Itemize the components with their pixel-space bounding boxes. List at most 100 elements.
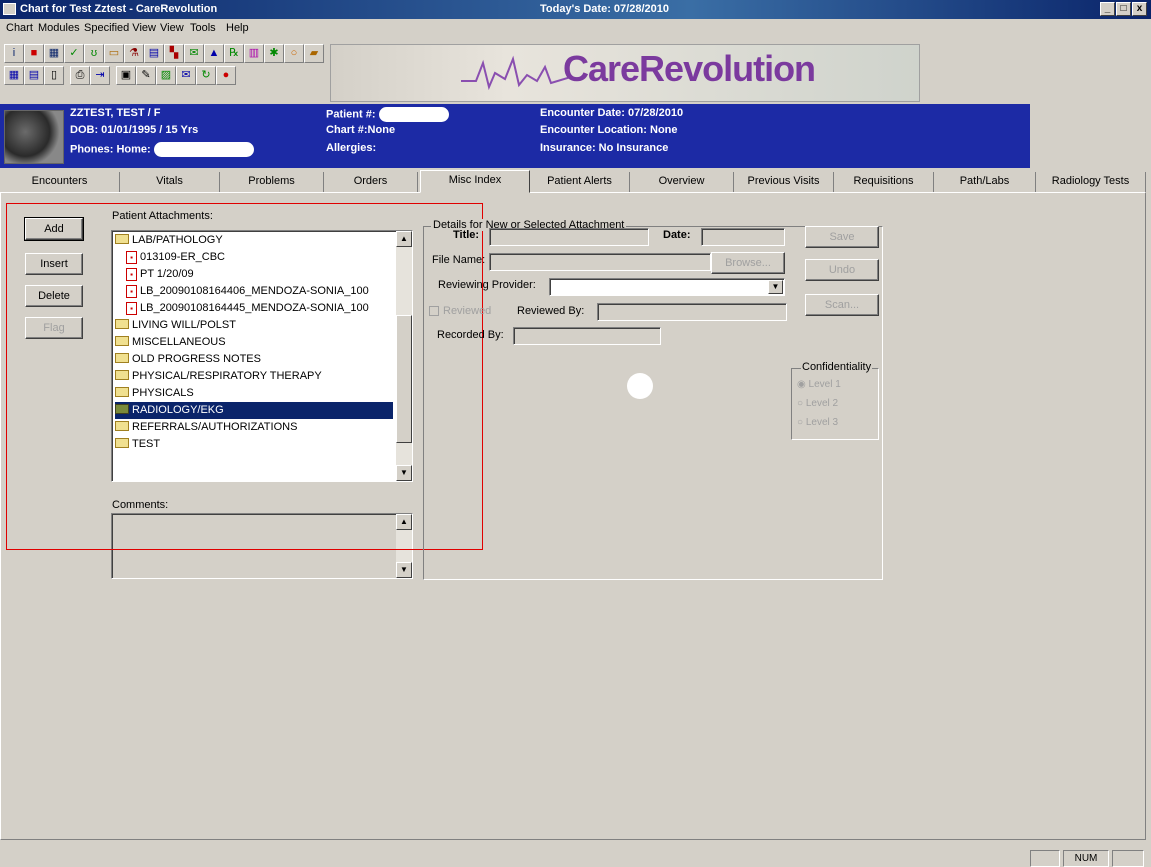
reviewed-checkbox[interactable]	[429, 306, 439, 316]
form-icon[interactable]: ▣	[116, 66, 136, 85]
tab-requisitions[interactable]: Requisitions	[834, 172, 934, 192]
patient-phones: Phones: Home:	[70, 142, 254, 157]
level-1-radio[interactable]: ◉ Level 1	[797, 379, 841, 390]
encounter-date: Encounter Date: 07/28/2010	[540, 107, 684, 119]
briefcase-icon[interactable]: ■	[24, 44, 44, 63]
allergies: Allergies:	[326, 142, 377, 154]
level-1-label: Level 1	[808, 379, 841, 390]
note-icon[interactable]: ▭	[104, 44, 124, 63]
check-icon[interactable]: ✓	[64, 44, 84, 63]
browse-button[interactable]: Browse...	[711, 252, 785, 274]
menu-chart[interactable]: Chart	[6, 22, 33, 34]
patient-dob: DOB: 01/01/1995 / 15 Yrs	[70, 124, 199, 136]
window-title: Chart for Test Zztest - CareRevolution	[20, 3, 218, 15]
patient-photo	[4, 110, 64, 164]
calendar-icon[interactable]: ▦	[44, 44, 64, 63]
recorded-by-field[interactable]	[513, 327, 661, 345]
num-lock-indicator: NUM	[1063, 850, 1109, 867]
graph-icon[interactable]: ▲	[204, 44, 224, 63]
status-pane	[1030, 850, 1060, 867]
table-icon[interactable]: ▤	[24, 66, 44, 85]
menu-specified-view[interactable]: Specified View	[84, 22, 156, 34]
monitor-icon[interactable]: ▤	[144, 44, 164, 63]
mail-icon[interactable]: ✉	[176, 66, 196, 85]
title-label: Title:	[453, 229, 480, 241]
chevron-down-icon[interactable]: ▼	[768, 280, 783, 294]
tab-vitals[interactable]: Vitals	[120, 172, 220, 192]
todays-date: Today's Date: 07/28/2010	[540, 3, 669, 15]
confidentiality-label: Confidentiality	[801, 361, 873, 373]
highlight-annotation	[6, 203, 483, 550]
tree-icon[interactable]: ✱	[264, 44, 284, 63]
tab-orders[interactable]: Orders	[324, 172, 418, 192]
scroll-down-icon[interactable]: ▼	[396, 562, 412, 578]
folder-icon[interactable]: ▰	[304, 44, 324, 63]
reviewed-by-label: Reviewed By:	[517, 305, 585, 317]
tab-patient-alerts[interactable]: Patient Alerts	[530, 172, 630, 192]
stop-icon[interactable]: ●	[216, 66, 236, 85]
edit-icon[interactable]: ✎	[136, 66, 156, 85]
scan-button[interactable]: Scan...	[805, 294, 879, 316]
print-icon[interactable]: ⎙	[70, 66, 90, 85]
save-button[interactable]: Save	[805, 226, 879, 248]
menu-view[interactable]: View	[160, 22, 184, 34]
close-button[interactable]: x	[1132, 2, 1147, 16]
level-2-radio[interactable]: ○ Level 2	[797, 398, 838, 409]
image-icon[interactable]: ▨	[156, 66, 176, 85]
patient-banner: ZZTEST, TEST / F DOB: 01/01/1995 / 15 Yr…	[0, 104, 1030, 168]
status-pane	[1112, 850, 1144, 867]
stethoscope-icon[interactable]: ʊ	[84, 44, 104, 63]
reviewed-by-field[interactable]	[597, 303, 787, 321]
tab-encounters[interactable]: Encounters	[0, 172, 120, 192]
tab-misc-index[interactable]: Misc Index	[420, 170, 530, 193]
menu-tools[interactable]: Tools	[190, 22, 216, 34]
reviewing-provider-label: Reviewing Provider:	[438, 279, 536, 291]
file-name-label: File Name:	[432, 254, 486, 266]
patient-number-label: Patient #:	[326, 108, 376, 121]
date-label: Date:	[663, 229, 691, 241]
status-bar: NUM	[0, 842, 1151, 867]
patient-number: Patient #:	[326, 107, 449, 122]
insurance: Insurance: No Insurance	[540, 142, 669, 154]
flask-icon[interactable]: ⚗	[124, 44, 144, 63]
minimize-button[interactable]: _	[1100, 2, 1115, 16]
chart-number: Chart #:None	[326, 124, 396, 136]
date-field[interactable]	[701, 228, 785, 246]
tab-path-labs[interactable]: Path/Labs	[934, 172, 1036, 192]
redacted-patient-number	[378, 107, 449, 122]
lab-icon[interactable]: ▥	[244, 44, 264, 63]
logo-text: CareRevolution	[563, 48, 816, 89]
menu-help[interactable]: Help	[226, 22, 249, 34]
title-field[interactable]	[489, 228, 649, 246]
redacted-phone	[153, 142, 254, 157]
file-name-field[interactable]	[489, 253, 711, 271]
rx-icon[interactable]: ℞	[224, 44, 244, 63]
vitals-icon[interactable]: i	[4, 44, 24, 63]
encounter-location: Encounter Location: None	[540, 124, 678, 136]
tab-radiology-tests[interactable]: Radiology Tests	[1036, 172, 1146, 192]
cursor-indicator	[627, 373, 653, 399]
menu-modules[interactable]: Modules	[38, 22, 80, 34]
maximize-button[interactable]: □	[1116, 2, 1131, 16]
tab-overview[interactable]: Overview	[630, 172, 734, 192]
refresh-icon[interactable]: ↻	[196, 66, 216, 85]
heartbeat-wave-icon	[461, 55, 571, 91]
level-3-radio[interactable]: ○ Level 3	[797, 417, 838, 428]
page-icon[interactable]: ▯	[44, 66, 64, 85]
tab-problems[interactable]: Problems	[220, 172, 324, 192]
letter-icon[interactable]: ✉	[184, 44, 204, 63]
menu-bar: Chart Modules Specified View View Tools …	[0, 19, 1151, 39]
grid-icon[interactable]: ▦	[4, 66, 24, 85]
chart-icon[interactable]: ▚	[164, 44, 184, 63]
misc-index-panel: Add Insert Delete Flag Patient Attachmen…	[0, 192, 1146, 840]
recorded-by-label: Recorded By:	[437, 329, 504, 341]
care-revolution-logo: CareRevolution	[330, 44, 920, 102]
reviewing-provider-select[interactable]: ▼	[549, 278, 785, 296]
export-icon[interactable]: ⇥	[90, 66, 110, 85]
level-2-label: Level 2	[805, 398, 839, 409]
phones-label: Phones: Home:	[70, 143, 151, 156]
circle-icon[interactable]: ○	[284, 44, 304, 63]
undo-button[interactable]: Undo	[805, 259, 879, 281]
patient-name: ZZTEST, TEST / F	[70, 107, 161, 119]
tab-previous-visits[interactable]: Previous Visits	[734, 172, 834, 192]
